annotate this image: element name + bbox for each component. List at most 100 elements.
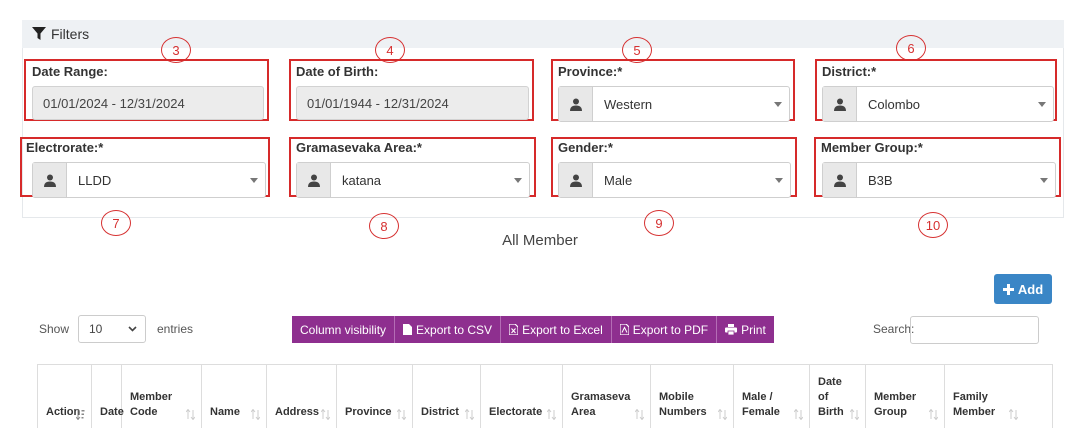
- export-toolbar: Column visibility Export to CSV Export t…: [292, 316, 774, 343]
- user-icon: [297, 163, 331, 197]
- column-header[interactable]: Action: [38, 365, 92, 428]
- province-value: Western: [604, 96, 653, 112]
- column-header-text: [345, 390, 391, 405]
- column-header[interactable]: Name: [202, 365, 267, 428]
- column-header[interactable]: Member Group: [866, 365, 945, 428]
- column-header[interactable]: Mobile Numbers: [651, 365, 734, 428]
- export-csv-button[interactable]: Export to CSV: [395, 316, 502, 343]
- column-header[interactable]: Family Member: [945, 365, 1024, 428]
- district-label: District:*: [822, 64, 877, 79]
- column-header-text: [421, 375, 459, 390]
- column-header-text: [130, 375, 172, 390]
- column-header-text: [100, 390, 124, 405]
- column-header-text: Address: [275, 406, 320, 418]
- sort-icon: [718, 409, 727, 420]
- column-header-text: [46, 390, 80, 405]
- page-length-select[interactable]: 10: [78, 315, 146, 343]
- excel-file-icon: [509, 324, 519, 335]
- export-excel-button[interactable]: Export to Excel: [501, 316, 612, 343]
- column-header-text: Family: [953, 391, 988, 403]
- column-header-text: Member: [130, 391, 173, 403]
- column-visibility-button[interactable]: Column visibility: [292, 316, 396, 343]
- column-header-text: Code: [130, 406, 158, 418]
- search-input[interactable]: [910, 316, 1039, 344]
- column-header[interactable]: Male / Female: [734, 365, 810, 428]
- date-range-input[interactable]: 01/01/2024 - 12/31/2024: [32, 86, 264, 120]
- column-header[interactable]: Electorate: [481, 365, 563, 428]
- column-header[interactable]: Province: [337, 365, 413, 428]
- sort-icon: [465, 409, 474, 420]
- column-header-text: [46, 375, 80, 390]
- column-header[interactable]: Gramaseva Area: [563, 365, 651, 428]
- column-header-label: Electorate: [489, 375, 542, 420]
- column-header[interactable]: District: [413, 365, 481, 428]
- plus-icon: [1002, 283, 1014, 295]
- gender-select[interactable]: Male: [558, 162, 791, 198]
- member-group-select[interactable]: B3B: [822, 162, 1056, 198]
- export-pdf-button[interactable]: Export to PDF: [611, 316, 718, 343]
- column-header-text: Female: [742, 406, 780, 418]
- province-select[interactable]: Western: [558, 86, 790, 122]
- column-header-text: Birth: [818, 406, 844, 418]
- column-header-text: [489, 375, 542, 390]
- gramasevaka-select[interactable]: katana: [296, 162, 530, 198]
- column-header-text: Male /: [742, 391, 773, 403]
- column-header-text: [571, 375, 630, 390]
- sort-icon: [794, 409, 803, 420]
- add-label: Add: [1017, 281, 1044, 297]
- gramasevaka-label: Gramasevaka Area:*: [296, 140, 422, 155]
- entries-label: entries: [157, 322, 194, 336]
- column-header-text: Numbers: [659, 406, 707, 418]
- sort-icon: [929, 409, 938, 420]
- column-header-text: [100, 375, 124, 390]
- print-button[interactable]: Print: [717, 316, 774, 343]
- column-header-label: Date: [100, 375, 124, 420]
- column-header-label: Member Group: [874, 375, 916, 420]
- column-header[interactable]: Date of Birth: [810, 365, 866, 428]
- column-header-text: [210, 390, 240, 405]
- page-length-value: 10: [89, 322, 103, 336]
- export-excel-label: Export to Excel: [522, 322, 603, 337]
- user-icon: [559, 87, 593, 121]
- column-header-label: Name: [210, 375, 240, 420]
- column-header-label: Province: [345, 375, 391, 420]
- column-header-text: Date: [100, 406, 124, 418]
- filter-icon: [32, 27, 46, 40]
- page-title: All Member: [502, 232, 578, 249]
- column-header-label: Date of Birth: [818, 375, 844, 420]
- column-header-text: [275, 390, 319, 405]
- column-header[interactable]: Address: [267, 365, 337, 428]
- column-header-text: [345, 375, 391, 390]
- add-button[interactable]: Add: [994, 274, 1052, 304]
- sort-icon: [186, 409, 195, 420]
- user-icon: [559, 163, 593, 197]
- column-header-text: of: [818, 391, 829, 403]
- dob-input[interactable]: 01/01/1944 - 12/31/2024: [296, 86, 529, 120]
- column-header[interactable]: Member Code: [122, 365, 202, 428]
- electorate-select[interactable]: LLDD: [32, 162, 266, 198]
- electorate-value: LLDD: [78, 172, 112, 188]
- column-header-text: [742, 375, 780, 390]
- electorate-label: Electrorate:*: [26, 140, 104, 155]
- column-header-text: Mobile: [659, 391, 694, 403]
- export-csv-label: Export to CSV: [416, 322, 493, 337]
- column-header[interactable]: Date: [92, 365, 124, 428]
- dob-label: Date of Birth:: [296, 64, 379, 79]
- district-select[interactable]: Colombo: [822, 86, 1054, 122]
- district-value: Colombo: [868, 96, 921, 112]
- chevron-down-icon: [128, 326, 137, 332]
- column-header-text: [874, 375, 916, 390]
- sort-icon: [547, 409, 556, 420]
- column-header-text: Name: [210, 406, 240, 418]
- sort-icon: [76, 409, 85, 420]
- column-header-text: Date: [818, 376, 842, 388]
- province-label: Province:*: [558, 64, 623, 79]
- chevron-down-icon: [767, 87, 789, 121]
- column-header-text: District: [421, 406, 459, 418]
- gramasevaka-value: katana: [342, 172, 382, 188]
- column-header-text: [275, 375, 319, 390]
- sort-icon: [635, 409, 644, 420]
- user-icon: [823, 163, 857, 197]
- sort-icon: [850, 409, 859, 420]
- filters-title: Filters: [51, 26, 90, 42]
